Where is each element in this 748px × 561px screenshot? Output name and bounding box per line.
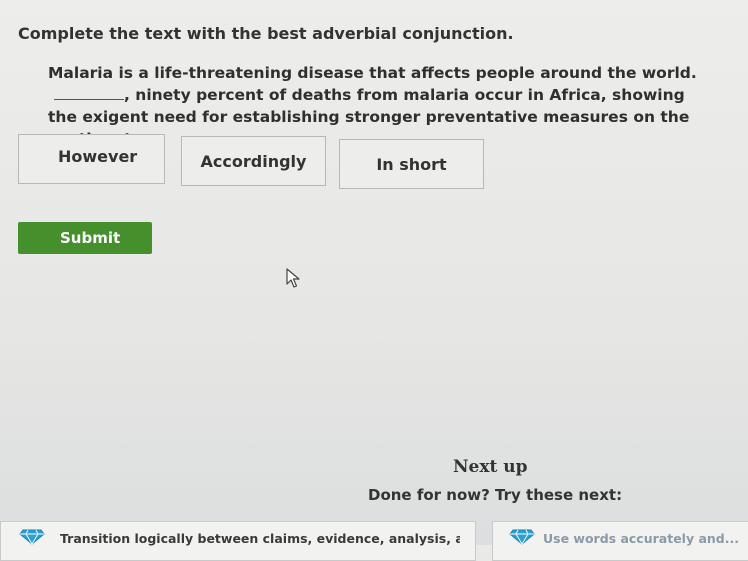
- choice-label: In short: [376, 154, 447, 174]
- recommendation-card[interactable]: Transition logically between claims, evi…: [0, 521, 476, 561]
- passage-before: Malaria is a life-threatening disease th…: [48, 64, 697, 82]
- instruction-text: Complete the text with the best adverbia…: [18, 24, 514, 43]
- mouse-pointer-icon: [286, 268, 300, 288]
- diamond-icon: [509, 529, 535, 545]
- choice-accordingly[interactable]: Accordingly: [181, 136, 326, 186]
- page: Complete the text with the best adverbia…: [0, 0, 748, 561]
- recommendation-card[interactable]: Use words accurately and...: [492, 521, 748, 561]
- diamond-icon: [19, 529, 45, 545]
- choice-in-short[interactable]: In short: [339, 139, 484, 189]
- answer-blank: [54, 85, 124, 100]
- recommendation-title: Use words accurately and...: [543, 531, 739, 546]
- next-up-subheading: Done for now? Try these next:: [368, 486, 623, 504]
- next-up-heading: Next up: [453, 457, 528, 477]
- choice-however[interactable]: However: [18, 134, 165, 184]
- choice-label: However: [58, 146, 138, 166]
- recommendation-title: Transition logically between claims, evi…: [60, 531, 460, 546]
- choice-label: Accordingly: [200, 151, 307, 171]
- submit-button[interactable]: Submit: [18, 222, 152, 254]
